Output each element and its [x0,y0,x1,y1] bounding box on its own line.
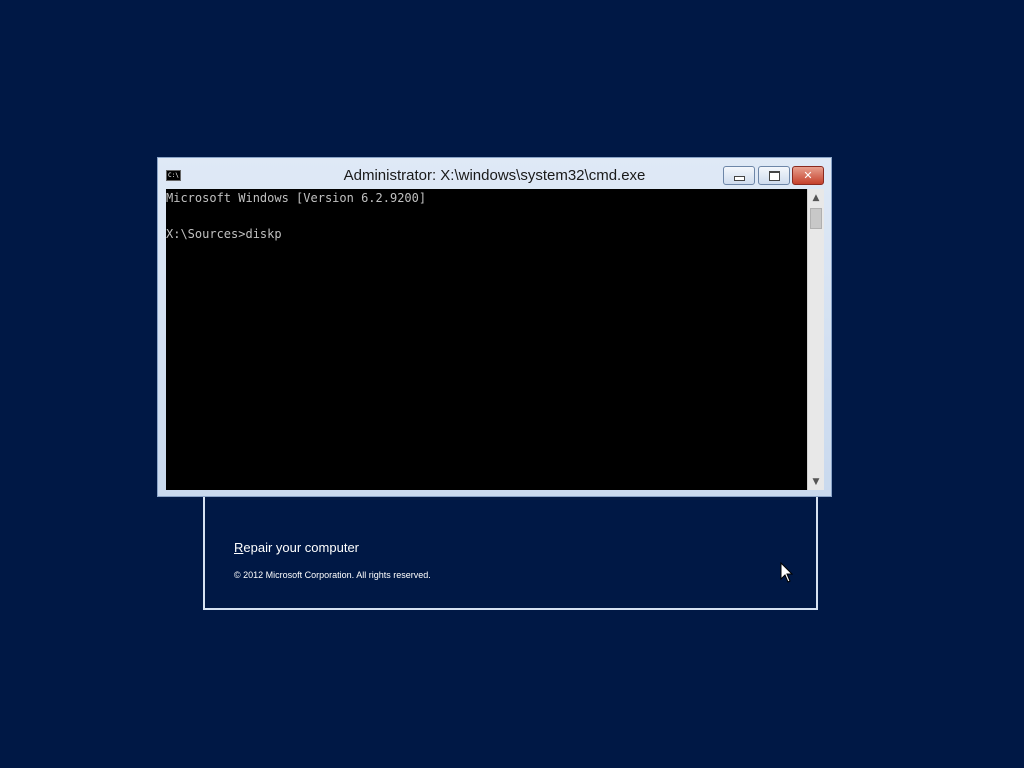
copyright-text: © 2012 Microsoft Corporation. All rights… [234,570,431,580]
maximize-icon [768,170,780,181]
maximize-button[interactable] [758,166,790,185]
console-line: Microsoft Windows [Version 6.2.9200] [166,191,427,205]
scroll-down-icon[interactable]: ▼ [808,473,824,490]
cmd-window: C:\ Administrator: X:\windows\system32\c… [157,157,832,497]
repair-your-computer-link[interactable]: Repair your computer [234,540,359,555]
repair-link-text: epair your computer [243,540,360,555]
console-output[interactable]: Microsoft Windows [Version 6.2.9200] X:\… [166,189,807,490]
close-button[interactable]: ✕ [792,166,824,185]
vertical-scrollbar[interactable]: ▲ ▼ [807,189,824,490]
title-bar[interactable]: C:\ Administrator: X:\windows\system32\c… [158,158,831,189]
minimize-button[interactable] [723,166,755,185]
scrollbar-thumb[interactable] [810,208,822,229]
repair-link-accelerator: R [234,540,244,555]
console-prompt-line: X:\Sources>diskp [166,227,282,241]
mouse-pointer-icon [780,562,794,583]
scroll-up-icon[interactable]: ▲ [808,189,824,206]
close-icon: ✕ [803,169,813,182]
minimize-icon [733,176,745,181]
